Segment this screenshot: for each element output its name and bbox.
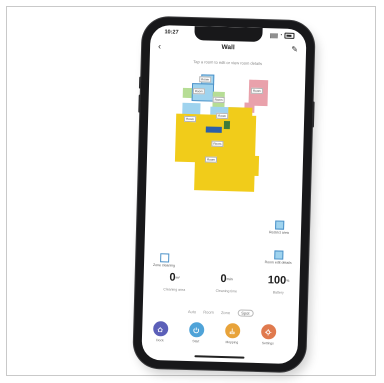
map-room[interactable] — [223, 120, 231, 130]
room-label[interactable]: Room — [250, 87, 264, 95]
power-icon — [188, 322, 204, 338]
room-edit-icon — [273, 250, 283, 260]
dock-button[interactable]: Dock — [146, 321, 175, 343]
restrict-area-icon — [274, 220, 284, 230]
stat-area: 0m² Cleaning area — [163, 271, 186, 292]
pencil-icon[interactable]: ✎ — [291, 45, 298, 55]
signal-icon — [270, 32, 278, 38]
floor-map[interactable]: Room Room Room Room Room Room Room Room — [164, 65, 288, 198]
room-label[interactable]: Room — [192, 88, 205, 95]
stat-time: 0min Cleaning time — [215, 272, 238, 294]
volume-up-button — [138, 76, 142, 89]
app-header: ‹ Wall ✎ — [150, 40, 306, 58]
phone-screen: 10:27 ◔ ‹ Wall ✎ Tap a room to edit or v… — [141, 24, 307, 365]
gear-icon — [260, 324, 276, 340]
tab-spot[interactable]: Spot — [237, 309, 254, 317]
map-room[interactable] — [227, 107, 253, 130]
mop-icon — [224, 323, 240, 339]
battery-icon — [284, 32, 295, 39]
stat-battery: 100% Battery — [267, 274, 290, 295]
settings-button[interactable]: Settings — [254, 324, 283, 346]
room-label[interactable]: Room — [211, 140, 224, 147]
room-label[interactable]: Room — [212, 96, 225, 103]
map-room[interactable] — [194, 158, 255, 192]
zone-cleaning-icon — [159, 253, 169, 263]
stats-row: 0m² Cleaning area 0min Cleaning time 100… — [149, 271, 294, 305]
room-label[interactable]: Room — [184, 115, 197, 123]
map-room[interactable] — [205, 126, 222, 133]
notch — [194, 26, 263, 43]
restrict-area-card[interactable]: Restrict area — [265, 220, 293, 235]
tab-auto[interactable]: Auto — [188, 309, 196, 314]
wifi-icon: ◔ — [279, 32, 283, 39]
action-bar: Dock Start Mopping Settings — [142, 321, 299, 355]
mode-tabs: Auto Room Zone Spot — [143, 307, 299, 321]
room-label[interactable]: Room — [199, 76, 212, 83]
start-button[interactable]: Start — [182, 322, 211, 344]
mopping-button[interactable]: Mopping — [218, 323, 247, 345]
page-title: Wall — [221, 43, 235, 52]
status-time: 10:27 — [164, 29, 179, 36]
tab-room[interactable]: Room — [203, 309, 214, 314]
home-indicator — [194, 355, 245, 359]
room-label[interactable]: Room — [216, 112, 229, 120]
tab-zone[interactable]: Zone — [221, 310, 230, 315]
room-label[interactable]: Room — [204, 156, 218, 163]
map-room[interactable] — [248, 155, 260, 176]
phone-device: 10:27 ◔ ‹ Wall ✎ Tap a room to edit or v… — [133, 16, 315, 373]
room-edit-card[interactable]: Room edit details — [264, 250, 292, 265]
volume-down-button — [138, 94, 141, 113]
zone-cleaning-card[interactable]: Zone cleaning — [150, 253, 178, 268]
dock-icon — [152, 321, 168, 337]
